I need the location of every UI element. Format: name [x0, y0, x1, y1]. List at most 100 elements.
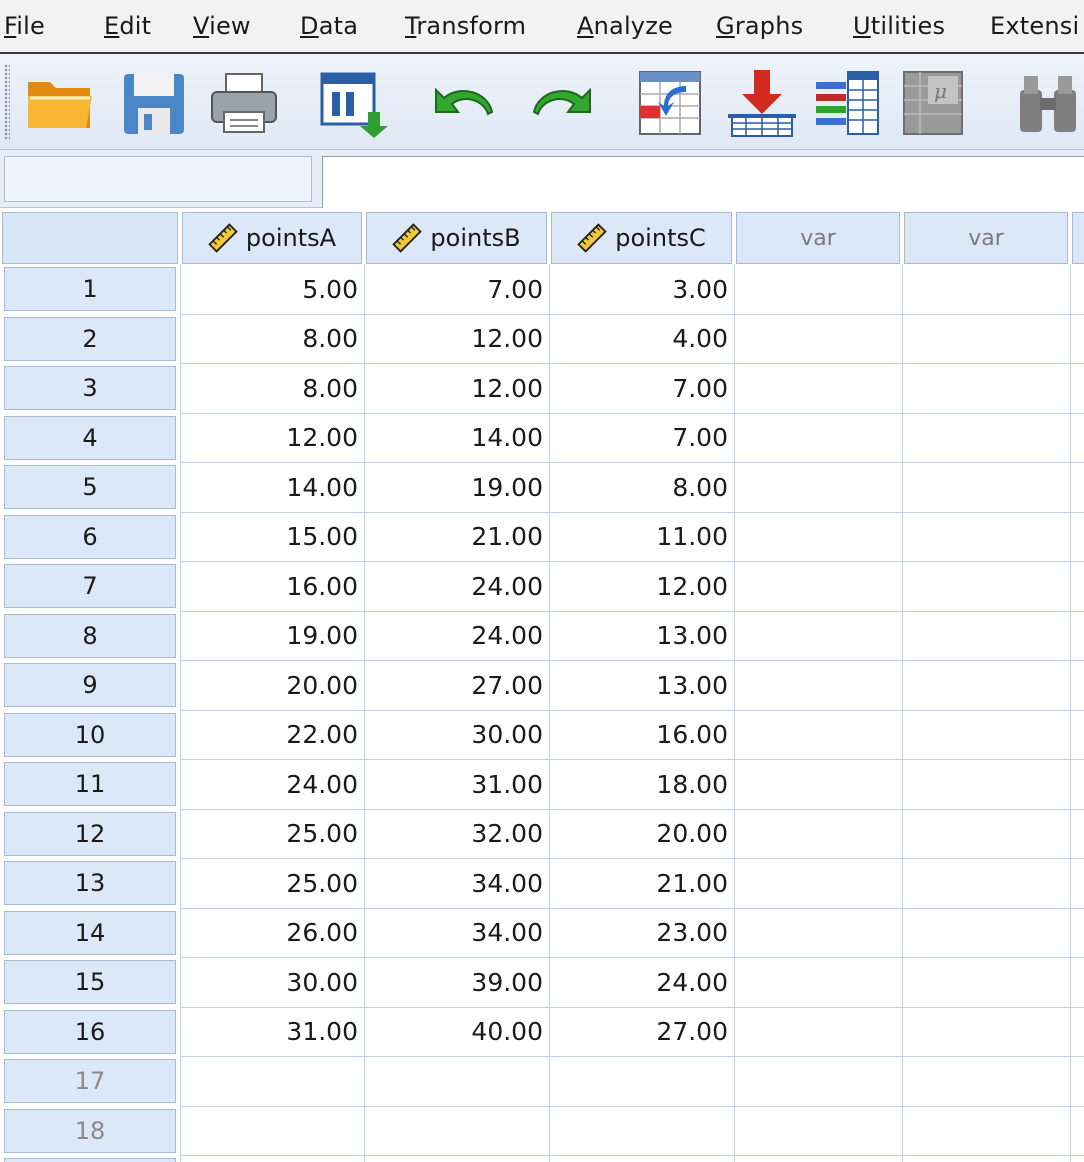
empty-cell[interactable] [734, 611, 902, 661]
data-cell[interactable]: 4.00 [549, 314, 734, 364]
empty-cell[interactable] [902, 957, 1070, 1007]
print-icon[interactable] [206, 68, 282, 138]
empty-cell[interactable] [902, 413, 1070, 463]
row-header[interactable]: 15 [4, 960, 176, 1004]
empty-cell[interactable] [902, 462, 1070, 512]
go-to-case-icon[interactable] [632, 68, 708, 138]
menu-view[interactable]: View [193, 12, 251, 40]
data-cell[interactable]: 31.00 [180, 1007, 364, 1057]
run-descriptives-icon[interactable]: μ [898, 68, 974, 138]
empty-cell[interactable] [734, 1056, 902, 1106]
dialog-recall-icon[interactable] [316, 68, 392, 138]
cell-reference-box[interactable] [4, 156, 312, 202]
row-header[interactable]: 10 [4, 712, 176, 757]
open-folder-icon[interactable] [22, 68, 98, 138]
data-cell[interactable]: 8.00 [180, 314, 364, 364]
data-cell[interactable]: 15.00 [180, 512, 364, 562]
data-cell[interactable]: 8.00 [549, 462, 734, 512]
menu-data[interactable]: Data [300, 12, 358, 40]
row-header[interactable]: 2 [4, 316, 176, 361]
menu-utilities[interactable]: Utilities [853, 12, 945, 40]
column-header-pointsb[interactable]: pointsB [366, 212, 547, 264]
data-cell[interactable]: 7.00 [549, 413, 734, 463]
data-cell[interactable]: 30.00 [180, 957, 364, 1007]
empty-cell[interactable] [902, 314, 1070, 364]
column-header-var[interactable]: var [736, 212, 900, 264]
row-header[interactable]: 5 [4, 465, 176, 509]
data-cell[interactable]: 14.00 [364, 413, 549, 463]
empty-cell[interactable] [734, 908, 902, 958]
row-header[interactable]: 12 [4, 811, 176, 856]
go-to-variable-icon[interactable] [724, 68, 800, 138]
row-header-partial[interactable] [4, 1158, 176, 1162]
data-cell[interactable]: 11.00 [549, 512, 734, 562]
row-header[interactable]: 4 [4, 415, 176, 460]
data-cell[interactable]: 16.00 [180, 561, 364, 611]
empty-cell[interactable] [734, 512, 902, 562]
empty-cell[interactable] [734, 858, 902, 908]
row-header[interactable]: 16 [4, 1009, 176, 1054]
data-cell[interactable]: 5.00 [180, 264, 364, 314]
row-header[interactable]: 13 [4, 861, 176, 905]
column-header-pointsa[interactable]: pointsA [182, 212, 362, 264]
data-cell[interactable]: 20.00 [549, 809, 734, 859]
data-cell[interactable]: 16.00 [549, 710, 734, 760]
data-cell[interactable]: 12.00 [364, 363, 549, 413]
empty-cell[interactable] [734, 314, 902, 364]
empty-cell[interactable] [902, 264, 1070, 314]
data-cell[interactable]: 27.00 [364, 660, 549, 710]
data-cell[interactable]: 14.00 [180, 462, 364, 512]
menu-analyze[interactable]: Analyze [577, 12, 673, 40]
redo-icon[interactable] [522, 68, 598, 138]
menu-transform[interactable]: Transform [405, 12, 526, 40]
data-cell[interactable]: 24.00 [549, 957, 734, 1007]
data-cell[interactable]: 34.00 [364, 908, 549, 958]
empty-cell[interactable] [734, 561, 902, 611]
data-cell[interactable]: 39.00 [364, 957, 549, 1007]
data-cell[interactable] [364, 1106, 549, 1156]
empty-cell[interactable] [734, 1106, 902, 1156]
empty-cell[interactable] [734, 710, 902, 760]
data-cell[interactable]: 23.00 [549, 908, 734, 958]
menu-edit[interactable]: Edit [104, 12, 151, 40]
data-cell[interactable]: 7.00 [549, 363, 734, 413]
empty-cell[interactable] [902, 1056, 1070, 1106]
data-cell[interactable]: 19.00 [364, 462, 549, 512]
menu-file[interactable]: File [4, 12, 45, 40]
data-cell[interactable]: 7.00 [364, 264, 549, 314]
empty-cell[interactable] [902, 1106, 1070, 1156]
data-cell[interactable]: 13.00 [549, 660, 734, 710]
menu-graphs[interactable]: Graphs [716, 12, 803, 40]
empty-cell[interactable] [734, 363, 902, 413]
data-grid[interactable]: pointsA pointsB pointsC var var 1 5.00 7.00 3.00… [0, 208, 1084, 1162]
empty-cell[interactable] [902, 611, 1070, 661]
data-cell[interactable]: 8.00 [180, 363, 364, 413]
data-cell[interactable]: 31.00 [364, 759, 549, 809]
empty-cell[interactable] [902, 363, 1070, 413]
row-header[interactable]: 18 [4, 1108, 176, 1153]
row-header[interactable]: 11 [4, 762, 176, 806]
data-cell[interactable]: 3.00 [549, 264, 734, 314]
data-cell[interactable]: 25.00 [180, 858, 364, 908]
row-header[interactable]: 9 [4, 663, 176, 707]
data-cell[interactable]: 32.00 [364, 809, 549, 859]
data-cell[interactable]: 13.00 [549, 611, 734, 661]
row-header[interactable]: 1 [4, 267, 176, 311]
data-cell[interactable] [549, 1056, 734, 1106]
data-cell[interactable]: 21.00 [549, 858, 734, 908]
empty-cell[interactable] [734, 957, 902, 1007]
data-cell[interactable]: 30.00 [364, 710, 549, 760]
data-cell[interactable] [180, 1106, 364, 1156]
data-cell[interactable]: 12.00 [364, 314, 549, 364]
data-cell[interactable]: 19.00 [180, 611, 364, 661]
empty-cell[interactable] [734, 759, 902, 809]
column-header-pointsc[interactable]: pointsC [551, 212, 732, 264]
empty-cell[interactable] [902, 858, 1070, 908]
column-header-partial[interactable] [1072, 212, 1084, 264]
data-cell[interactable]: 21.00 [364, 512, 549, 562]
row-header[interactable]: 8 [4, 613, 176, 658]
data-cell[interactable]: 18.00 [549, 759, 734, 809]
row-header[interactable]: 3 [4, 366, 176, 410]
row-header[interactable]: 6 [4, 514, 176, 559]
data-cell[interactable]: 24.00 [180, 759, 364, 809]
